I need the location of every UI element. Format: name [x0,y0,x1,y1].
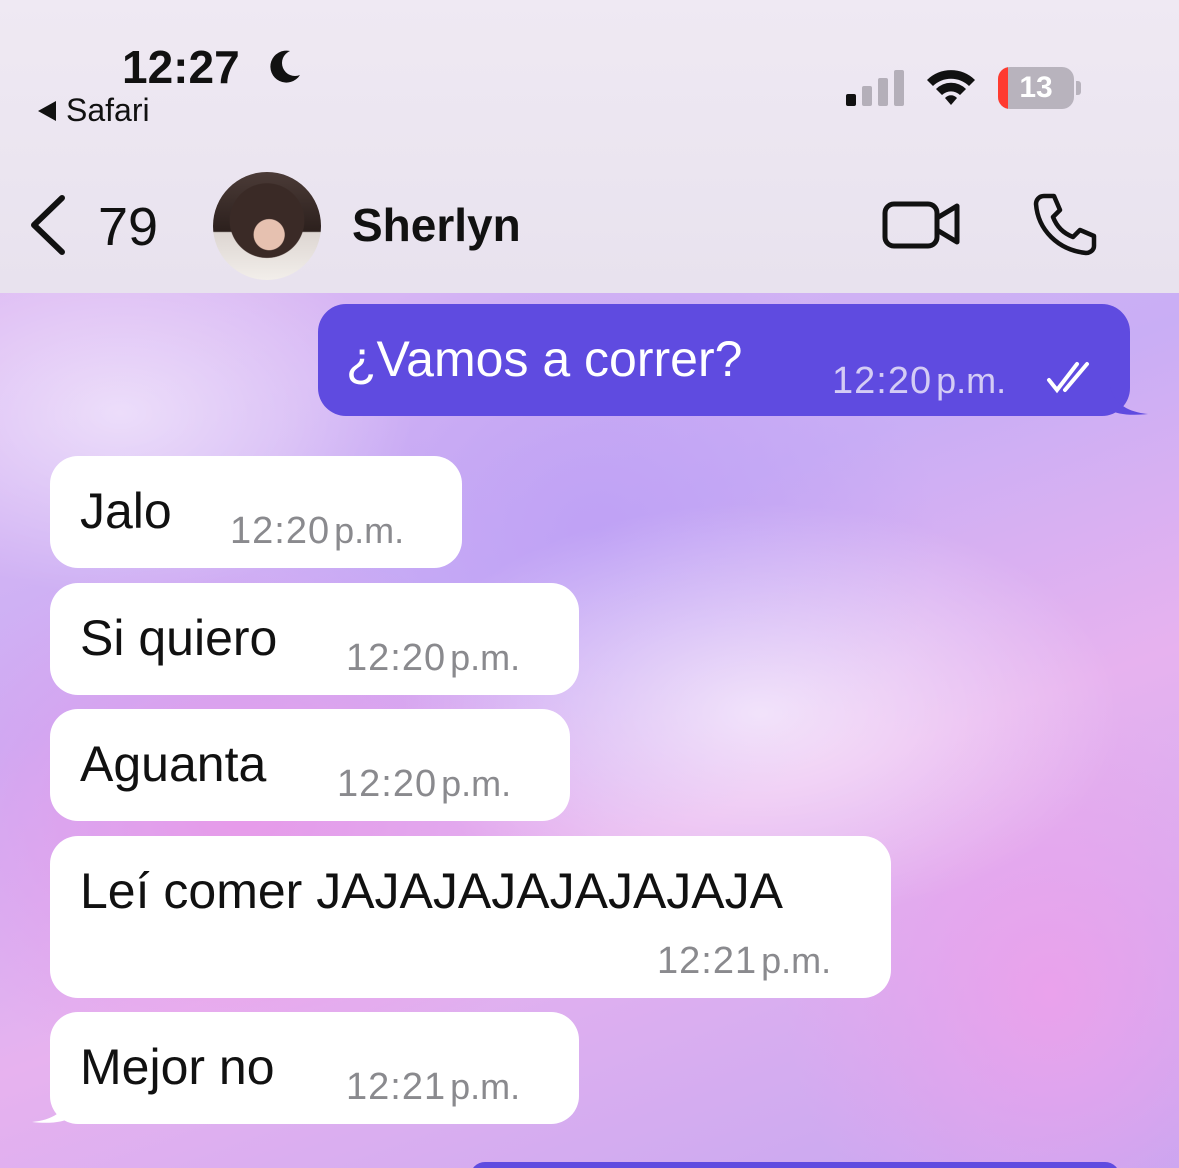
message-text: Mejor no [80,1039,275,1095]
message-bubble-outgoing[interactable]: ¿Vamos a correr? 12:20 p.m. [318,304,1130,416]
back-to-safari[interactable]: Safari [38,92,150,129]
message-time: 12:20 p.m. [337,763,512,805]
message-text: Jalo [80,483,172,539]
back-app-label: Safari [66,92,150,128]
message-text: Aguanta [80,736,267,792]
message-time: 12:20 p.m. [346,637,521,679]
message-bubble-incoming[interactable]: Si quiero 12:20 p.m. [50,583,579,695]
video-call-icon[interactable] [882,196,962,252]
message-text: Si quiero [80,610,278,666]
top-bar: 12:27 Safari 13 79 Sherlyn [0,0,1179,293]
message-time: 12:21 p.m. [657,940,832,982]
message-text: ¿Vamos a correr? [346,331,743,387]
message-bubble-outgoing-partial[interactable] [470,1162,1120,1168]
message-bubble-incoming[interactable]: Aguanta 12:20 p.m. [50,709,570,821]
read-checks-icon [1047,362,1089,394]
chevron-left-icon[interactable] [22,190,72,260]
message-time: 12:21 p.m. [346,1066,521,1108]
message-time: 12:20 p.m. [230,510,405,552]
message-bubble-incoming[interactable]: Jalo 12:20 p.m. [50,456,462,568]
contact-name[interactable]: Sherlyn [352,198,521,252]
battery-level: 13 [1019,71,1053,104]
message-text: Leí comer JAJAJAJAJAJAJAJA [80,863,784,919]
status-time: 12:27 [122,41,240,93]
bubble-tail [1110,386,1148,415]
unread-count[interactable]: 79 [98,196,158,258]
signal-icon [846,70,904,106]
message-bubble-incoming[interactable]: Leí comer JAJAJAJAJAJAJAJA 12:21 p.m. [50,836,891,998]
battery-icon: 13 [998,67,1082,109]
contact-avatar[interactable] [213,172,321,280]
moon-icon [270,50,300,83]
wifi-icon [927,70,975,105]
message-bubble-incoming[interactable]: Mejor no 12:21 p.m. [50,1012,579,1124]
message-time: 12:20 p.m. [832,360,1007,402]
phone-icon[interactable] [1030,192,1098,256]
back-triangle-icon [38,100,56,121]
bubble-tail [32,1094,70,1123]
